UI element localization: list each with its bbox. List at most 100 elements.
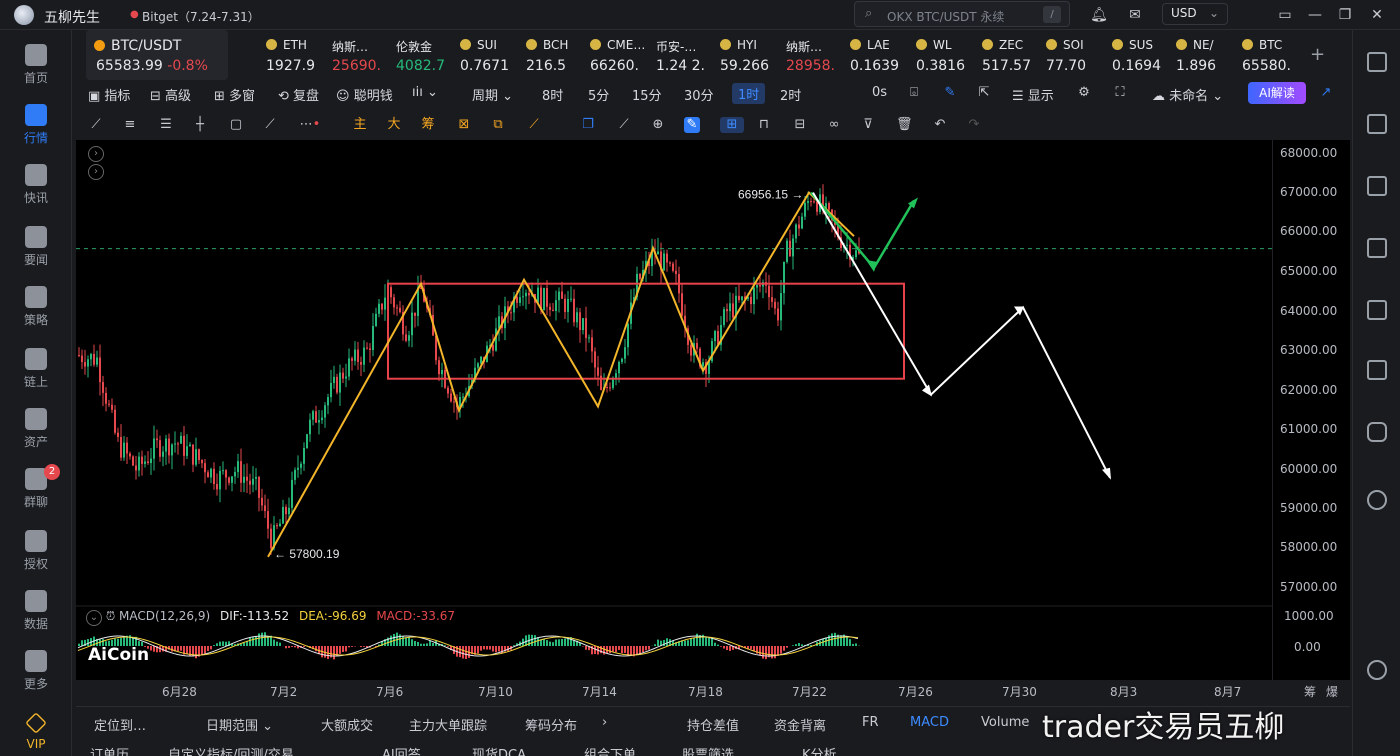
link-icon[interactable]: ∞ (826, 117, 842, 133)
nav-item-6[interactable]: 资产 (0, 408, 72, 450)
close-icon[interactable]: ✕ (1368, 6, 1386, 24)
nav-item-0[interactable]: 首页 (0, 44, 72, 86)
parallel-tool-icon[interactable]: ≡ (122, 117, 138, 133)
share-icon[interactable]: ⇱ (976, 85, 992, 101)
ticker-item[interactable]: 纳斯… 25690. (332, 30, 390, 80)
bot-icon[interactable] (1367, 422, 1387, 442)
nav-item-7[interactable]: 群聊 2 (0, 464, 72, 510)
bottom-tab[interactable]: 持仓差值 (687, 715, 739, 734)
restore-icon[interactable]: ❐ (1336, 6, 1354, 24)
ticker-item[interactable]: SOI 77.70 (1046, 30, 1104, 80)
path-tool-icon[interactable]: ⟋ (262, 117, 278, 133)
bottom-tab[interactable]: 大额成交 (321, 715, 373, 734)
ratio-tool-icon[interactable]: ⊠ (456, 117, 472, 133)
axis-mode-button[interactable]: 筹 (1304, 683, 1316, 700)
settings-icon[interactable]: ⚙ (1076, 85, 1092, 101)
price-chart[interactable]: 66956.15 → ← 57800.19 › › ⌄ ⏰︎ MACD(12,26… (76, 140, 1350, 680)
undo-icon[interactable]: ↶ (932, 117, 948, 133)
ticker-item[interactable]: ETH 1927.9 (266, 30, 324, 80)
interval-5m[interactable]: 5分 (588, 85, 609, 104)
bottom-tab[interactable]: FR (862, 715, 879, 730)
hline-tool-icon[interactable]: ☰ (158, 117, 174, 133)
display-button[interactable]: ☰ 显示 (1012, 85, 1054, 104)
nav-item-9[interactable]: 数据 (0, 590, 72, 632)
interval-2h[interactable]: 2时 (780, 85, 801, 104)
statistics-icon[interactable] (1367, 300, 1387, 320)
ticker-item[interactable]: WL 0.3816 (916, 30, 974, 80)
bottom-tab[interactable]: 定位到… (94, 715, 146, 734)
lock-icon[interactable]: ⊓ (756, 117, 772, 133)
nav-item-11[interactable]: VIP (0, 712, 72, 751)
interval-1h[interactable]: 1时 (732, 83, 766, 104)
trash-icon[interactable]: 🗑︎ (896, 117, 913, 133)
ticker-item[interactable]: SUS 0.1694 (1112, 30, 1170, 80)
interval-30m[interactable]: 30分 (684, 85, 714, 104)
camera-icon[interactable]: ⌻ (906, 85, 922, 101)
crosshair-tool-icon[interactable]: ┼ (192, 117, 208, 133)
rect-tool-icon[interactable]: ▢ (228, 117, 244, 133)
indicator-button[interactable]: ▣ 指标 (88, 85, 130, 104)
bottom-tab-secondary[interactable]: 组合下单 (584, 744, 636, 756)
smart-money-button[interactable]: ☺ 聪明钱 (336, 85, 393, 104)
main-force-tool[interactable]: 主 (352, 117, 368, 133)
nav-item-5[interactable]: 链上 (0, 348, 72, 390)
ticker-item[interactable]: SUI 0.7671 (460, 30, 518, 80)
mail-icon[interactable]: ✉ (1126, 6, 1144, 24)
list-icon[interactable] (1367, 52, 1387, 72)
ticker-selected[interactable]: BTC/USDT 65583.99 -0.8% (86, 30, 228, 80)
bottom-tab-secondary[interactable]: 订单历… (90, 744, 142, 756)
brush-tool-icon[interactable]: ⋯• (298, 117, 322, 133)
copy-icon[interactable]: ❐ (580, 117, 596, 133)
collapse-icon[interactable]: ⌄ (86, 610, 102, 626)
chart-tool-icon[interactable]: ⧉ (490, 117, 506, 133)
period-select[interactable]: 周期 ⌄ (472, 85, 513, 104)
ticker-item[interactable]: 币安-… 1.24 2. (656, 30, 714, 80)
minimize-window-icon[interactable]: ▭ (1276, 6, 1294, 24)
bottom-tab[interactable]: MACD (910, 715, 949, 730)
zoom-icon[interactable]: ⊕ (650, 117, 666, 133)
magnet-icon[interactable]: ✎ (684, 117, 700, 133)
nav-item-4[interactable]: 策略 (0, 286, 72, 328)
ticker-item[interactable]: BCH 216.5 (526, 30, 584, 80)
redo-icon[interactable]: ↷ (966, 117, 982, 133)
bottom-tab[interactable]: 筹码分布 (525, 715, 577, 734)
line-tool-icon[interactable]: ⟋ (88, 117, 104, 133)
workspace-tab[interactable]: Bitget（7.24-7.31） (142, 8, 260, 25)
expand-icon[interactable]: › (88, 146, 104, 162)
axis-mode-button[interactable]: 爆 (1326, 683, 1338, 700)
advanced-button[interactable]: ⊟ 高级 (150, 85, 191, 104)
pen-icon[interactable]: ✎ (942, 85, 958, 101)
ticker-item[interactable]: 纳斯… 28958. (786, 30, 844, 80)
bottom-tab[interactable]: 主力大单跟踪 (409, 715, 487, 734)
interval-8h[interactable]: 8时 (542, 85, 563, 104)
ticker-item[interactable]: NE/1.896 (1176, 30, 1234, 80)
interval-15m[interactable]: 15分 (632, 85, 662, 104)
multi-window-button[interactable]: ⊞ 多窗 (214, 85, 255, 104)
nav-item-1[interactable]: 行情 (0, 104, 72, 146)
add-ticker-icon[interactable]: + (1310, 44, 1325, 65)
bottom-tab[interactable]: 资金背离 (774, 715, 826, 734)
chart-icon[interactable] (1367, 238, 1387, 258)
ruler-icon[interactable]: ⟋ (616, 117, 632, 133)
ticker-item[interactable]: CME… 66260. (590, 30, 648, 80)
nav-item-10[interactable]: 更多 (0, 650, 72, 692)
layout-select[interactable]: ☁ 未命名 ⌄ (1152, 85, 1223, 104)
chips-tool[interactable]: 筹 (420, 117, 436, 133)
bottom-tab-secondary[interactable]: K分析 (802, 744, 837, 756)
swap-icon[interactable] (1367, 490, 1387, 510)
expand-icon[interactable]: › (88, 164, 104, 180)
big-order-tool[interactable]: 大 (386, 117, 402, 133)
bottom-tab-secondary[interactable]: AI回答 (382, 744, 421, 756)
ticker-item[interactable]: BTC 65580. (1242, 30, 1300, 80)
ticker-item[interactable]: HYI 59.266 (720, 30, 778, 80)
minimize-icon[interactable]: — (1306, 6, 1324, 24)
ticker-item[interactable]: 伦敦金 4082.7 (396, 30, 454, 80)
trend-icon[interactable]: ↗ (1318, 85, 1334, 101)
bottom-tab[interactable]: 日期范围 ⌄ (206, 715, 273, 734)
chart-type-icon[interactable]: ıı̇ı ⌄ (412, 85, 438, 100)
ticker-item[interactable]: ZEC 517.57 (982, 30, 1040, 80)
document-icon[interactable] (1367, 114, 1387, 134)
ticker-item[interactable]: LAE 0.1639 (850, 30, 908, 80)
chevron-right-icon[interactable]: › (602, 715, 607, 730)
bottom-tab-secondary[interactable]: 现货DCA (472, 744, 526, 756)
